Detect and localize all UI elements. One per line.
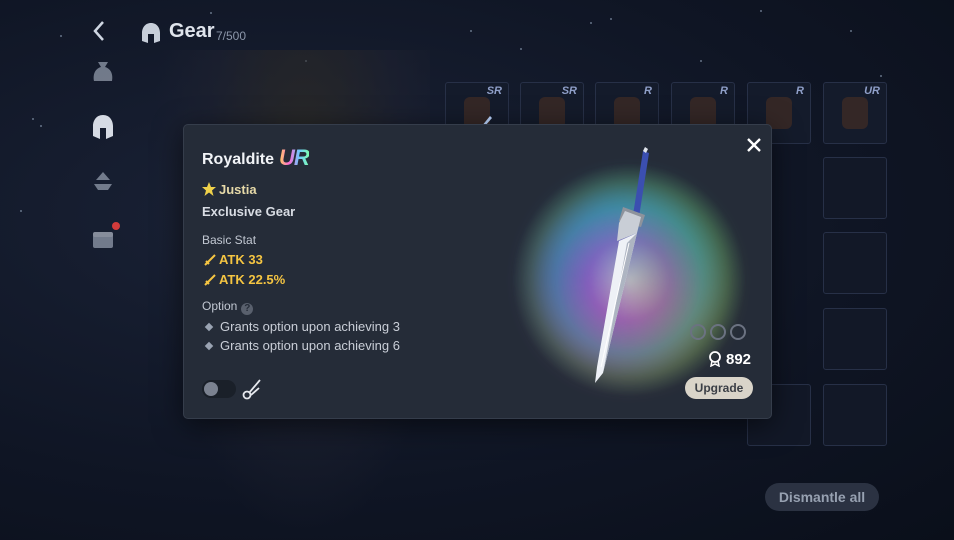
lock-slot-icon [730, 324, 746, 340]
empty-slot[interactable] [823, 157, 887, 219]
close-icon [747, 138, 761, 152]
header: Gear 7/500 [0, 0, 954, 60]
bag-icon[interactable] [88, 56, 118, 86]
lock-slot-icon [710, 324, 726, 340]
notification-badge [112, 222, 120, 230]
owner-row: Justia [202, 182, 257, 197]
slot-rank: R [720, 85, 728, 97]
option-text: Grants option upon achieving 3 [220, 319, 400, 334]
lock-icon [204, 382, 218, 396]
star-icon [202, 182, 216, 196]
lock-slot-icon [690, 324, 706, 340]
option-lock-slots [690, 324, 750, 345]
dismantle-all-button[interactable]: Dismantle all [765, 483, 879, 511]
empty-slot[interactable] [823, 384, 887, 446]
helmet-icon [142, 23, 160, 43]
close-button[interactable] [742, 133, 766, 157]
upgrade-button[interactable]: Upgrade [685, 377, 753, 399]
slot-rank: SR [561, 85, 577, 97]
medal-icon [709, 351, 721, 368]
dismantle-icon[interactable] [242, 378, 262, 400]
gear-count: 7/500 [216, 29, 247, 43]
basic-stat-title: Basic Stat [202, 233, 257, 247]
slot-rank: R [796, 85, 804, 97]
option-item: Grants option upon achieving 6 [204, 338, 400, 353]
anvil-icon[interactable] [88, 168, 118, 198]
sword-illustration [595, 147, 649, 383]
upgrade-cost: 892 [708, 351, 751, 368]
slot-rank: UR [864, 85, 880, 97]
page-title: Gear [169, 20, 215, 42]
stat-value: ATK 33 [219, 252, 263, 267]
lock-toggle[interactable] [202, 380, 236, 398]
owner-name: Justia [219, 182, 257, 197]
item-name: Royaldite [202, 151, 275, 168]
helmet-nav-icon[interactable] [88, 112, 118, 142]
back-button[interactable] [92, 20, 112, 44]
slot-rank: SR [486, 85, 502, 97]
sword-stat-icon [204, 254, 216, 266]
option-text: Grants option upon achieving 6 [220, 338, 400, 353]
stat-row: ATK 33 [204, 252, 263, 267]
gear-slot[interactable]: UR [823, 82, 887, 144]
option-item: Grants option upon achieving 3 [204, 319, 400, 334]
stat-row: ATK 22.5% [204, 272, 285, 287]
gear-detail-popup: Royaldite UR Justia Exclusive Gear Basic… [184, 125, 771, 418]
scroll-fade [202, 353, 462, 365]
rarity-badge: UR [279, 145, 310, 170]
option-title-row: Option? [202, 299, 254, 315]
gear-type: Exclusive Gear [202, 204, 296, 219]
empty-slot[interactable] [823, 308, 887, 370]
slot-rank: R [644, 85, 652, 97]
sword-stat-icon [204, 274, 216, 286]
help-icon[interactable]: ? [241, 303, 254, 315]
cost-value: 892 [726, 351, 752, 368]
option-title: Option [202, 299, 238, 313]
chevron-left-icon [93, 21, 104, 41]
empty-slot[interactable] [823, 232, 887, 294]
stat-value: ATK 22.5% [219, 272, 286, 287]
